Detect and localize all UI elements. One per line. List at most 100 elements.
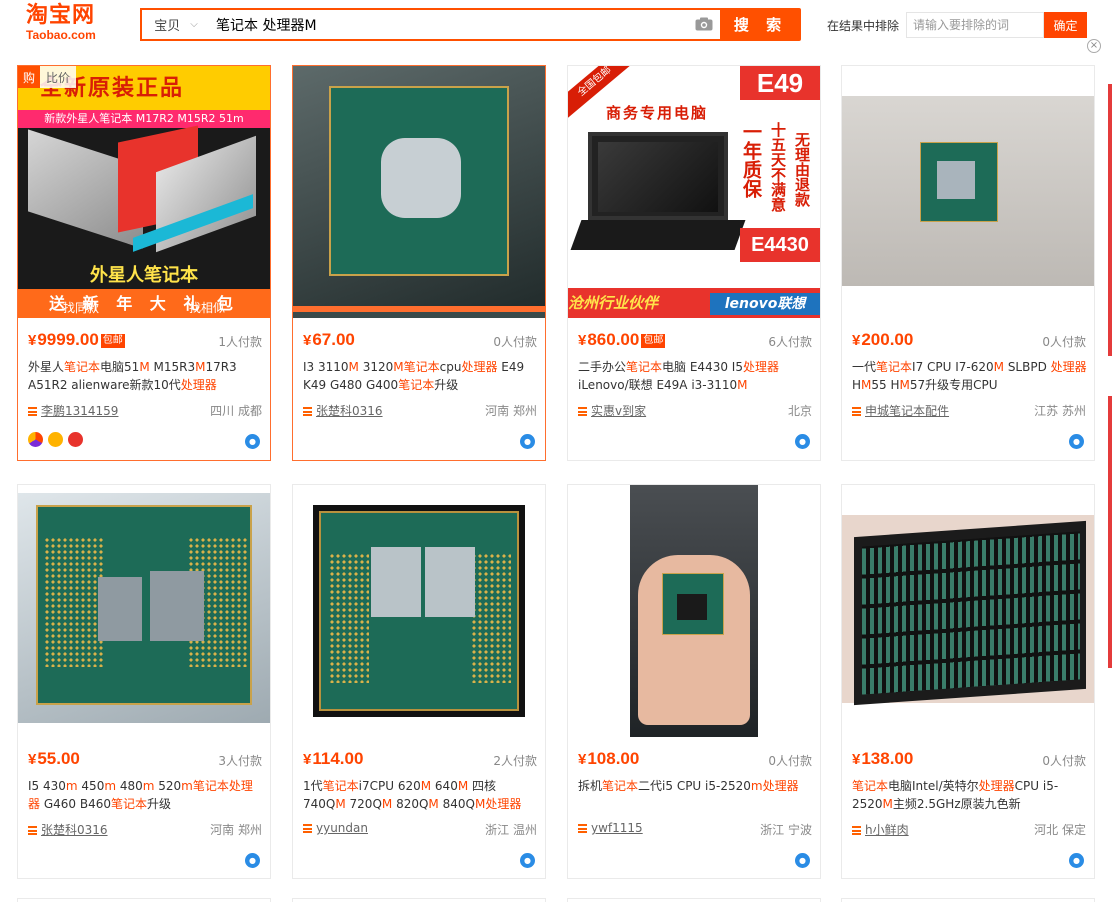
- logo-text-cn: 淘宝网: [26, 3, 96, 28]
- title-text: 55 H: [871, 378, 900, 392]
- title-keyword-highlight: M: [393, 360, 404, 374]
- product-card[interactable]: 全新原装正品 新款外星人笔记本 M17R2 M15R2 51m 外星人笔记本 送…: [17, 65, 271, 461]
- payment-count: 0人付款: [1042, 754, 1086, 768]
- price-row: ¥114.00 2人付款: [303, 749, 537, 771]
- product-card[interactable]: ¥55.00 3人付款 I5 430m 450m 480m 520m笔记本处理器…: [17, 484, 271, 879]
- product-title[interactable]: 1代笔记本i7CPU 620M 640M 四核 740QM 720QM 820Q…: [303, 777, 539, 813]
- payment-count: 1人付款: [218, 335, 262, 349]
- find-same-link[interactable]: 找同款: [63, 299, 99, 316]
- price: ¥108.00: [578, 749, 640, 768]
- title-text: M15R3: [149, 360, 196, 374]
- title-text: I5 430: [28, 779, 66, 793]
- price-row: ¥55.00 3人付款: [28, 749, 262, 771]
- product-image[interactable]: [842, 485, 1094, 737]
- location: 北京: [787, 404, 812, 418]
- product-title[interactable]: 二手办公笔记本电脑 E4430 I5处理器 iLenovo/联想 E49A i3…: [578, 358, 814, 394]
- payment-count: 0人付款: [493, 335, 537, 349]
- flower-icon[interactable]: [68, 432, 83, 447]
- shop-row: 李鹏1314159 四川 成都: [28, 402, 262, 418]
- taobao-logo[interactable]: 淘宝网 Taobao.com: [26, 4, 118, 44]
- product-image[interactable]: [293, 485, 545, 737]
- wangwang-chat-icon[interactable]: ●: [245, 434, 260, 449]
- camera-icon[interactable]: [695, 17, 713, 31]
- title-keyword-highlight: 处理器: [978, 779, 1015, 793]
- wangwang-chat-icon[interactable]: ●: [520, 434, 535, 449]
- free-shipping-badge: 包邮: [100, 334, 125, 348]
- shop-link[interactable]: 张楚科0316: [41, 823, 108, 837]
- price: ¥9999.00: [28, 330, 99, 349]
- product-title[interactable]: 外星人笔记本电脑51M M15R3M17R3 A51R2 alienware新款…: [28, 358, 264, 394]
- product-image[interactable]: 全新原装正品 新款外星人笔记本 M17R2 M15R2 51m 外星人笔记本 送…: [18, 66, 270, 318]
- product-image[interactable]: [293, 66, 545, 318]
- exclude-input[interactable]: [906, 12, 1044, 38]
- search-button[interactable]: 搜 索: [720, 8, 801, 41]
- wangwang-chat-icon[interactable]: ●: [520, 853, 535, 868]
- shop-link[interactable]: h小鲜肉: [865, 823, 909, 837]
- wangwang-chat-icon[interactable]: ●: [795, 434, 810, 449]
- tagline-2: 十五天不满意: [769, 122, 787, 212]
- title-keyword-highlight: M: [381, 797, 393, 811]
- wangwang-chat-icon[interactable]: ●: [1069, 853, 1084, 868]
- payment-count: 0人付款: [1042, 335, 1086, 349]
- find-similar-link[interactable]: 找相似: [189, 299, 225, 316]
- shop-link[interactable]: 实惠v到家: [591, 404, 646, 418]
- product-card[interactable]: 全国包邮 E49 商务专用电脑 一年质保 十五天不满意 无理由退款 E4430 …: [567, 65, 821, 461]
- product-image[interactable]: [842, 66, 1094, 318]
- title-keyword-highlight: 处理器: [1050, 360, 1087, 374]
- compare-tag[interactable]: 购 比价: [18, 66, 76, 88]
- title-keyword-highlight: M: [899, 378, 910, 392]
- title-text: 720Q: [345, 797, 382, 811]
- product-title[interactable]: 笔记本电脑Intel/英特尔处理器CPU i5-2520M主频2.5GHz原装九…: [852, 777, 1088, 813]
- shop-icon: [852, 826, 861, 835]
- product-image[interactable]: 全国包邮 E49 商务专用电脑 一年质保 十五天不满意 无理由退款 E4430 …: [568, 66, 820, 318]
- title-keyword-highlight: 笔记本: [322, 779, 359, 793]
- product-image[interactable]: [568, 485, 820, 737]
- product-title[interactable]: I5 430m 450m 480m 520m笔记本处理器 G460 B460笔记…: [28, 777, 264, 813]
- title-keyword-highlight: M: [861, 378, 872, 392]
- shop-link[interactable]: 申城笔记本配件: [865, 404, 949, 418]
- shop-row: 申城笔记本配件 江苏 苏州: [852, 402, 1086, 418]
- product-card[interactable]: ¥138.00 0人付款 笔记本电脑Intel/英特尔处理器CPU i5-252…: [841, 484, 1095, 879]
- product-title[interactable]: 一代笔记本I7 CPU I7-620M SLBPD 处理器 HM55 HM57升…: [852, 358, 1088, 394]
- title-text: 二代i5 CPU i5-2520: [638, 779, 751, 793]
- wangwang-chat-icon[interactable]: ●: [245, 853, 260, 868]
- shop-row: yyundan 浙江 温州: [303, 821, 537, 837]
- service-badge-icon[interactable]: [28, 432, 43, 447]
- title-keyword-highlight: 笔记本: [398, 378, 435, 392]
- product-image[interactable]: [18, 485, 270, 737]
- title-text: 3120: [358, 360, 394, 374]
- title-text: 升级: [434, 378, 459, 392]
- shop-icon: [28, 826, 37, 835]
- title-text: 520: [154, 779, 182, 793]
- product-title[interactable]: I3 3110M 3120M笔记本cpu处理器 E49 K49 G480 G40…: [303, 358, 539, 394]
- title-keyword-highlight: M: [139, 360, 150, 374]
- product-card[interactable]: ¥200.00 0人付款 一代笔记本I7 CPU I7-620M SLBPD 处…: [841, 65, 1095, 461]
- title-keyword-highlight: 笔记本: [110, 797, 147, 811]
- confirm-exclude-button[interactable]: 确定: [1044, 12, 1087, 38]
- title-text: 电脑Intel/英特尔: [888, 779, 979, 793]
- shop-link[interactable]: 李鹏1314159: [41, 404, 118, 418]
- medal-icon[interactable]: [48, 432, 63, 447]
- close-icon[interactable]: ×: [1087, 39, 1101, 53]
- search-category-label: 宝贝: [154, 19, 181, 34]
- product-card-partial: [17, 898, 271, 902]
- wangwang-chat-icon[interactable]: ●: [795, 853, 810, 868]
- product-title[interactable]: 拆机笔记本二代i5 CPU i5-2520m处理器: [578, 777, 814, 795]
- title-text: 主频2.5GHz原装九色新: [892, 797, 1021, 811]
- search-input[interactable]: [216, 10, 676, 39]
- shop-link[interactable]: ywf1115: [591, 821, 643, 835]
- shop-link[interactable]: 张楚科0316: [316, 404, 383, 418]
- product-card[interactable]: ¥67.00 0人付款 I3 3110M 3120M笔记本cpu处理器 E49 …: [292, 65, 546, 461]
- compare-label: 比价: [40, 66, 76, 88]
- product-card[interactable]: ¥108.00 0人付款 拆机笔记本二代i5 CPU i5-2520m处理器 y…: [567, 484, 821, 879]
- model-bottom: E4430: [740, 228, 820, 262]
- banner-footer: 沧州行业伙伴: [568, 294, 659, 312]
- title-text: iLenovo/联想 E49A i3-3110: [578, 378, 738, 392]
- search-category-select[interactable]: 宝贝 ⌵: [142, 10, 210, 39]
- product-card[interactable]: ¥114.00 2人付款 1代笔记本i7CPU 620M 640M 四核 740…: [292, 484, 546, 879]
- banner-headline: 商务专用电脑: [606, 104, 709, 122]
- shop-link[interactable]: yyundan: [316, 821, 368, 835]
- wangwang-chat-icon[interactable]: ●: [1069, 434, 1084, 449]
- banner-subhead: 新款外星人笔记本 M17R2 M15R2 51m: [18, 110, 270, 128]
- chevron-down-icon: ⌵: [190, 19, 198, 30]
